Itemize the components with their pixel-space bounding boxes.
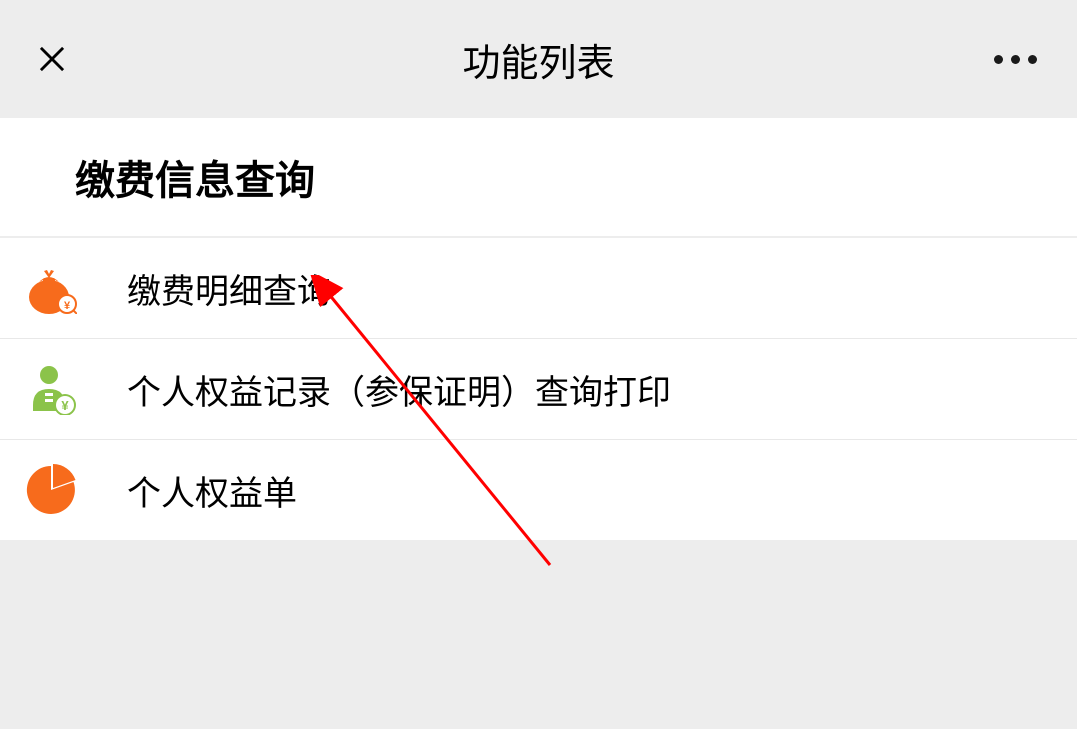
list-item-payment-details[interactable]: ¥ 缴费明细查询 <box>0 238 1077 339</box>
section-title: 缴费信息查询 <box>0 118 1077 236</box>
svg-text:¥: ¥ <box>61 398 69 413</box>
list-item-personal-record[interactable]: ¥ 个人权益记录（参保证明）查询打印 <box>0 339 1077 440</box>
list-item-label: 缴费明细查询 <box>127 264 331 313</box>
list-item-personal-statement[interactable]: 个人权益单 <box>0 440 1077 540</box>
list-item-label: 个人权益记录（参保证明）查询打印 <box>127 365 671 414</box>
close-icon <box>33 40 71 78</box>
svg-text:¥: ¥ <box>64 300 71 312</box>
close-button[interactable] <box>30 37 74 81</box>
money-bag-icon: ¥ <box>25 262 77 314</box>
dot-icon <box>994 55 1003 64</box>
page-title: 功能列表 <box>462 32 614 87</box>
dot-icon <box>1011 55 1020 64</box>
function-list: ¥ 缴费明细查询 ¥ 个人权益记录（参保证明）查询打印 <box>0 238 1077 540</box>
list-item-label: 个人权益单 <box>127 466 297 515</box>
header: 功能列表 <box>0 0 1077 118</box>
person-coin-icon: ¥ <box>25 363 77 415</box>
dot-icon <box>1028 55 1037 64</box>
more-button[interactable] <box>984 45 1047 74</box>
pie-chart-icon <box>25 464 77 516</box>
